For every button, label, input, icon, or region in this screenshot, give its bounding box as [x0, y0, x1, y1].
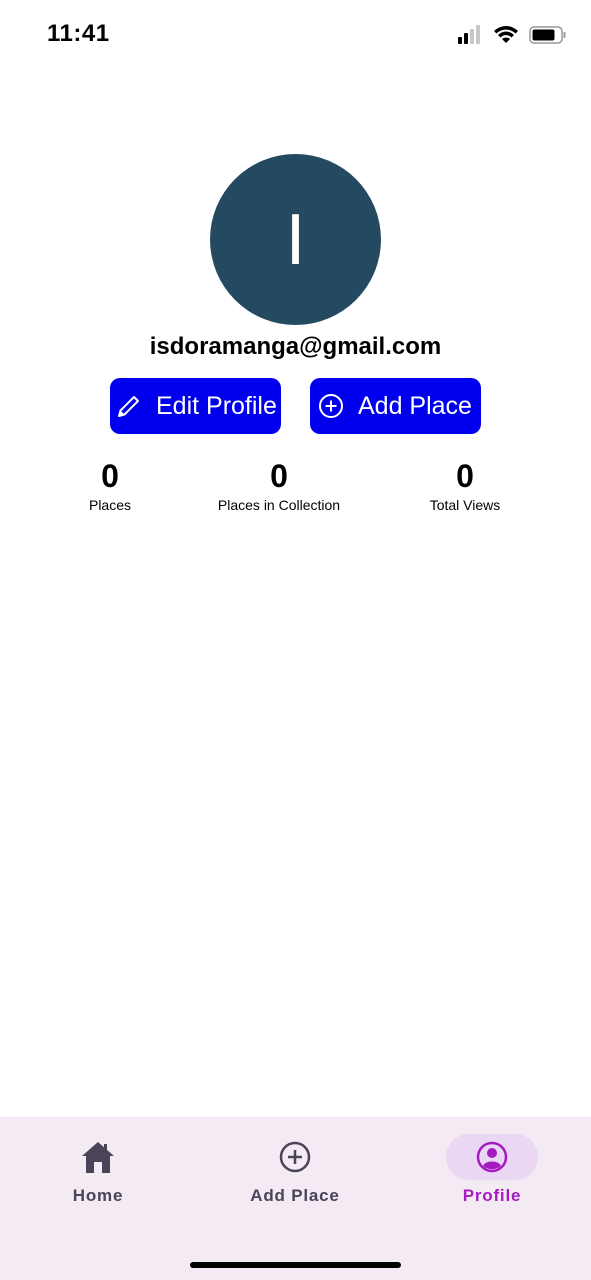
nav-label-add-place: Add Place	[250, 1186, 340, 1205]
status-time: 11:41	[47, 20, 110, 47]
stat-value: 0	[101, 458, 119, 494]
home-icon	[82, 1142, 114, 1173]
status-icons	[457, 24, 567, 46]
battery-icon	[529, 26, 566, 44]
stat-label: Places	[88, 497, 132, 513]
stat-places-in-collection: 0 Places in Collection	[218, 456, 340, 513]
nav-label-home: Home	[72, 1186, 124, 1205]
avatar-initial: I	[285, 199, 306, 280]
nav-item-profile[interactable]: Profile	[422, 1134, 562, 1206]
add-circle-icon	[279, 1141, 311, 1173]
profile-icon	[476, 1141, 508, 1173]
edit-profile-label: Edit Profile	[156, 391, 277, 420]
nav-icon-container	[249, 1134, 341, 1180]
nav-item-home[interactable]: Home	[28, 1134, 168, 1206]
pencil-icon	[116, 393, 142, 419]
stat-total-views: 0 Total Views	[430, 456, 501, 513]
avatar: I	[210, 154, 381, 325]
home-indicator	[190, 1262, 401, 1268]
add-circle-icon	[318, 393, 344, 419]
edit-profile-button[interactable]: Edit Profile	[110, 378, 281, 434]
add-place-label: Add Place	[358, 391, 472, 420]
nav-label-profile: Profile	[462, 1186, 522, 1205]
nav-icon-container-active	[446, 1134, 538, 1180]
stat-label: Places in Collection	[217, 497, 341, 513]
stat-value: 0	[456, 458, 474, 494]
status-bar: 11:41	[0, 0, 591, 72]
cellular-signal-icon	[458, 25, 480, 44]
stat-label: Total Views	[429, 497, 501, 513]
user-email: isdoramanga@gmail.com	[149, 333, 442, 360]
wifi-icon	[494, 26, 518, 43]
nav-item-add-place[interactable]: Add Place	[225, 1134, 365, 1206]
stat-value: 0	[270, 458, 288, 494]
stat-places: 0 Places	[89, 456, 131, 513]
nav-icon-container	[52, 1134, 144, 1180]
add-place-button[interactable]: Add Place	[310, 378, 481, 434]
